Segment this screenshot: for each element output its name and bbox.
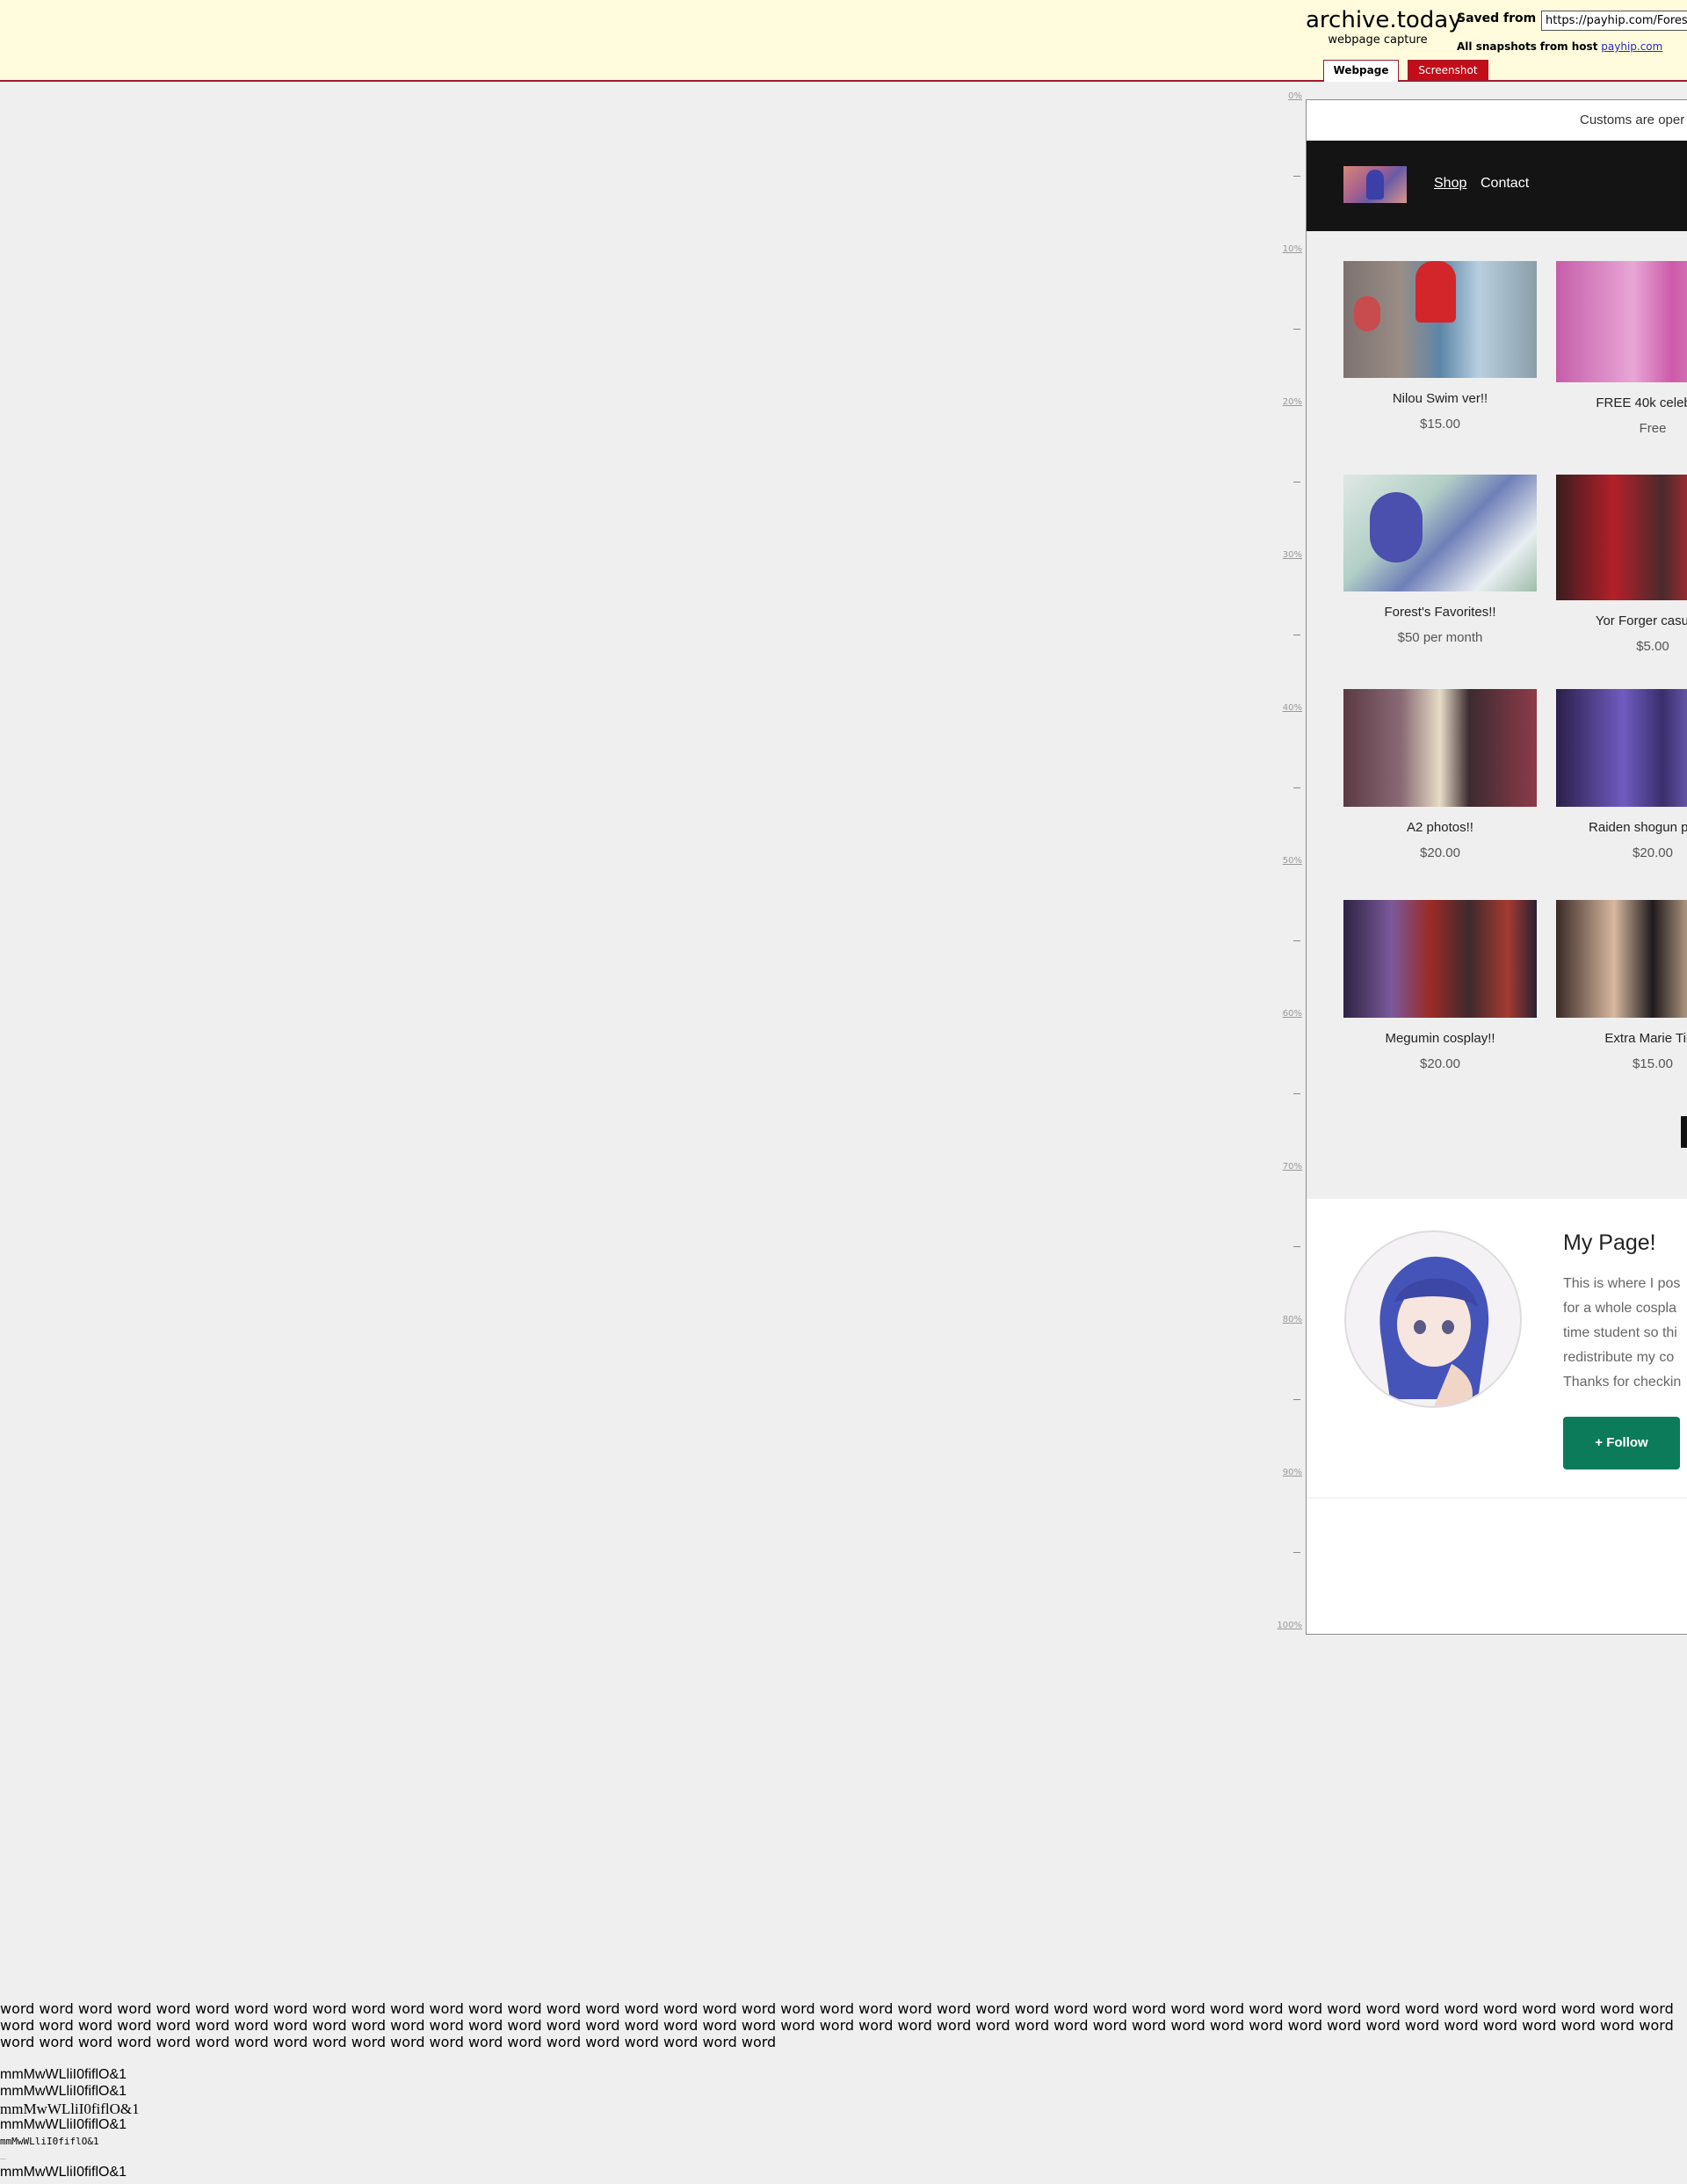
product-name[interactable]: Extra Marie TikT <box>1556 1031 1687 1046</box>
ruler-dash <box>1293 176 1300 177</box>
font-sample: mmMwWLliI0fiflO&1 <box>0 2084 127 2099</box>
product-card[interactable]: Yor Forger casual p $5.00 <box>1556 475 1687 654</box>
ruler-mark-80[interactable]: 80% <box>1283 1315 1302 1324</box>
product-price: $20.00 <box>1633 845 1673 860</box>
see-more-button[interactable] <box>1681 1116 1687 1148</box>
product-card[interactable]: Forest's Favorites!! $50 per month <box>1343 475 1537 645</box>
ruler-mark-70[interactable]: 70% <box>1283 1162 1302 1172</box>
product-price: $15.00 <box>1420 417 1460 432</box>
ruler-dash <box>1293 482 1300 483</box>
product-image[interactable] <box>1556 900 1687 1018</box>
ruler-dash <box>1293 1399 1300 1400</box>
font-sample: mmMwWLliI0fiflO&1 <box>0 2101 140 2117</box>
from-host-label: from host <box>1539 40 1598 53</box>
snapshots-line: All snapshots from host payhip.com <box>1457 40 1662 53</box>
product-card[interactable]: FREE 40k celebrati Free <box>1556 261 1687 436</box>
product-image[interactable] <box>1343 261 1537 378</box>
product-name[interactable]: Yor Forger casual p <box>1556 613 1687 628</box>
all-snapshots-label[interactable]: All snapshots <box>1457 40 1537 53</box>
store-logo[interactable] <box>1343 166 1407 203</box>
ruler-mark-100[interactable]: 100% <box>1277 1621 1302 1630</box>
product-name[interactable]: A2 photos!! <box>1343 820 1537 835</box>
word-filler-text: word word word word word word word word … <box>0 2000 1674 2050</box>
product-price: $50 per month <box>1397 630 1483 645</box>
product-image[interactable] <box>1556 689 1687 807</box>
product-price: Free <box>1639 421 1667 436</box>
ruler-mark-50[interactable]: 50% <box>1283 856 1302 866</box>
ruler-mark-40[interactable]: 40% <box>1283 703 1302 713</box>
tab-screenshot[interactable]: Screenshot <box>1408 60 1488 80</box>
about-text-line: for a whole cospla <box>1563 1301 1676 1316</box>
saved-from-label: Saved from <box>1457 11 1537 25</box>
announcement-text: Customs are oper <box>1580 112 1685 127</box>
ruler-dash <box>1293 1552 1300 1553</box>
about-title: My Page! <box>1563 1230 1656 1255</box>
about-text-line: This is where I pos <box>1563 1276 1681 1291</box>
ruler-dash <box>1293 787 1300 788</box>
product-name[interactable]: Raiden shogun pajam <box>1556 820 1687 835</box>
product-image[interactable] <box>1556 261 1687 382</box>
archive-tagline: webpage capture <box>1328 33 1428 47</box>
ruler-mark-30[interactable]: 30% <box>1283 550 1302 560</box>
product-price: $20.00 <box>1420 845 1460 860</box>
product-price: $20.00 <box>1420 1056 1460 1071</box>
tab-webpage[interactable]: Webpage <box>1323 60 1399 82</box>
product-image[interactable] <box>1556 475 1687 600</box>
archive-title[interactable]: archive.today <box>1306 7 1462 33</box>
ruler-mark-20[interactable]: 20% <box>1283 397 1302 407</box>
font-sample-dash: — <box>0 2155 6 2162</box>
captured-page: Customs are oper Shop Contact Nilou Swim… <box>1306 99 1687 1635</box>
product-name[interactable]: FREE 40k celebrati <box>1556 395 1687 410</box>
product-card[interactable]: Megumin cosplay!! $20.00 <box>1343 900 1537 1071</box>
archive-header: archive.today webpage capture Saved from… <box>0 0 1687 82</box>
product-card[interactable]: Nilou Swim ver!! $15.00 <box>1343 261 1537 432</box>
product-image[interactable] <box>1343 475 1537 591</box>
ruler-dash <box>1293 1246 1300 1247</box>
ruler-mark-0[interactable]: 0% <box>1288 91 1302 101</box>
product-name[interactable]: Forest's Favorites!! <box>1343 605 1537 620</box>
ruler-dash <box>1293 940 1300 941</box>
font-sample: mmMwWLliI0fiflO&1 <box>0 2067 127 2082</box>
about-section: My Page! This is where I pos for a whole… <box>1307 1199 1687 1498</box>
product-card[interactable]: Extra Marie TikT $15.00 <box>1556 900 1687 1071</box>
about-text-line: Thanks for checkin <box>1563 1375 1682 1389</box>
ruler-dash <box>1293 1093 1300 1094</box>
font-sample: mmMwWLliI0fiflO&1 <box>0 2136 99 2147</box>
host-link[interactable]: payhip.com <box>1601 40 1662 53</box>
ruler-mark-90[interactable]: 90% <box>1283 1468 1302 1477</box>
product-name[interactable]: Megumin cosplay!! <box>1343 1031 1537 1046</box>
product-image[interactable] <box>1343 689 1537 807</box>
ruler-mark-60[interactable]: 60% <box>1283 1009 1302 1019</box>
ruler-mark-10[interactable]: 10% <box>1283 244 1302 254</box>
ruler-dash <box>1293 329 1300 330</box>
font-sample: mmMwWLliI0fiflO&1 <box>0 2165 127 2180</box>
product-price: $5.00 <box>1636 639 1669 654</box>
follow-button[interactable]: + Follow <box>1563 1417 1680 1469</box>
nav-contact-link[interactable]: Contact <box>1481 176 1529 192</box>
about-text-line: redistribute my co <box>1563 1350 1675 1365</box>
store-navbar: Shop Contact <box>1307 141 1687 231</box>
about-text-line: time student so thi <box>1563 1325 1677 1340</box>
avatar-illustration <box>1379 1256 1489 1406</box>
product-price: $15.00 <box>1633 1056 1673 1071</box>
product-card[interactable]: Raiden shogun pajam $20.00 <box>1556 689 1687 860</box>
saved-url-field[interactable]: https://payhip.com/Forest <box>1541 11 1687 31</box>
product-name[interactable]: Nilou Swim ver!! <box>1343 391 1537 406</box>
archive-logo[interactable]: archive.today webpage capture <box>1306 7 1462 47</box>
announcement-bar: Customs are oper <box>1307 100 1687 141</box>
product-image[interactable] <box>1343 900 1537 1018</box>
nav-shop-link[interactable]: Shop <box>1434 176 1466 192</box>
product-card[interactable]: A2 photos!! $20.00 <box>1343 689 1537 860</box>
page-footer <box>1307 1498 1687 1634</box>
font-sample: mmMwWLliI0fiflO&1 <box>0 2117 127 2132</box>
avatar <box>1344 1230 1522 1408</box>
